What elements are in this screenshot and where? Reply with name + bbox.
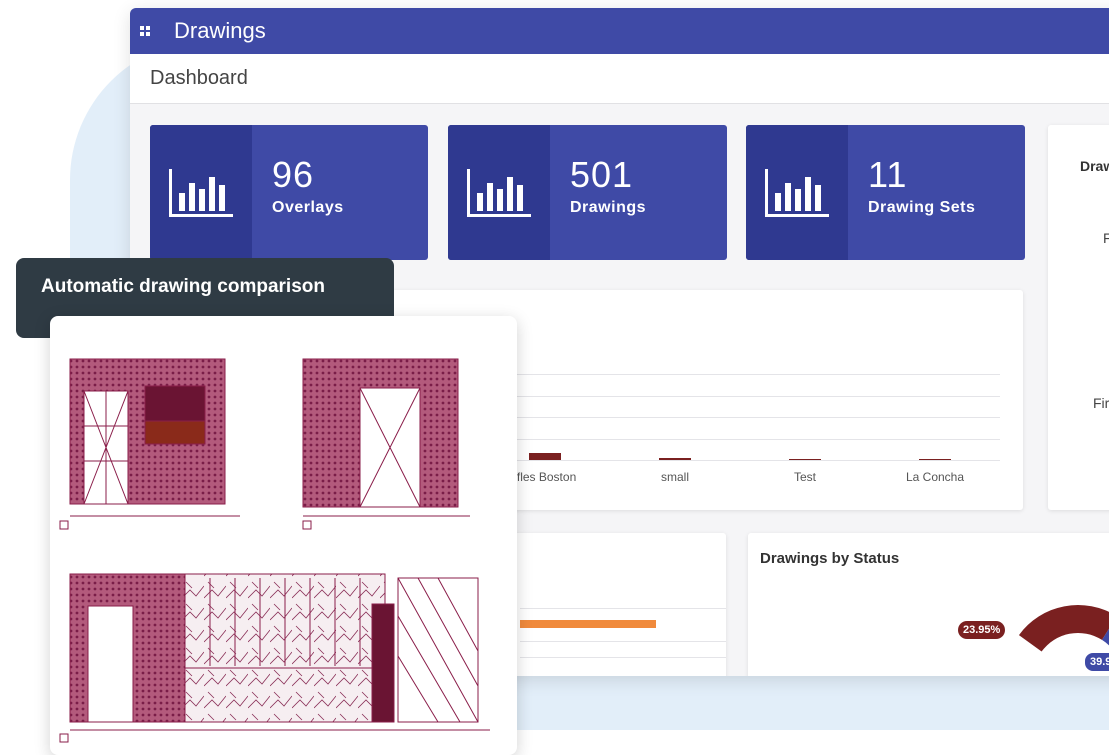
donut-slice[interactable]: [1018, 605, 1109, 652]
drawings-by-status-card: Drawings by Status 23.95% 39.9: [748, 533, 1109, 676]
gridline: [480, 395, 1000, 397]
app-grid-icon[interactable]: [140, 26, 150, 36]
stat-card-drawings[interactable]: 501 Drawings: [448, 125, 727, 260]
x-tick-label: La Concha: [905, 470, 965, 484]
stat-label: Drawing Sets: [868, 199, 976, 216]
donut-label: 23.95%: [958, 621, 1006, 639]
chart-bar[interactable]: [529, 453, 561, 460]
drawings-side-card: Draw F Fir: [1048, 125, 1109, 510]
chart-bar[interactable]: [659, 458, 691, 460]
screen: Drawings Dashboard 96 Overlays 501 Drawi…: [0, 0, 1109, 755]
architectural-drawing-icon: [50, 316, 517, 755]
gridline: [520, 608, 726, 609]
breadcrumb: Dashboard: [150, 67, 248, 89]
donut-label: 39.9: [1083, 651, 1109, 673]
stat-value: 501: [570, 154, 634, 195]
side-card-text: Fir: [1093, 395, 1109, 411]
stat-label: Drawings: [570, 199, 647, 216]
top-bar: Drawings: [130, 8, 1109, 54]
bar-chart-plot: ffles Boston small Test La Concha: [480, 374, 1000, 484]
side-card-title: Draw: [1080, 158, 1109, 174]
chart-bar[interactable]: [919, 459, 951, 460]
stat-value: 96: [272, 154, 315, 195]
side-card-text: F: [1103, 230, 1109, 246]
bar-chart-icon: [150, 125, 252, 260]
stat-card-overlays[interactable]: 96 Overlays: [150, 125, 428, 260]
bar-chart-icon: [448, 125, 550, 260]
status-donut-chart: [1018, 605, 1109, 676]
breadcrumb-bar: Dashboard: [130, 54, 1109, 104]
bar-chart-icon: [746, 125, 848, 260]
x-tick-label: ffles Boston: [513, 470, 577, 484]
gridline: [480, 374, 1000, 375]
progress-bar: [520, 620, 656, 628]
x-tick-label: small: [660, 470, 690, 484]
gridline: [520, 657, 726, 658]
gridline: [480, 460, 1000, 461]
gridline: [480, 417, 1000, 418]
stat-value: 11: [868, 154, 908, 195]
stat-label: Overlays: [272, 199, 344, 216]
app-title: Drawings: [174, 18, 266, 43]
stat-card-drawing-sets[interactable]: 11 Drawing Sets: [746, 125, 1025, 260]
gridline: [480, 438, 1000, 440]
gridline: [520, 641, 726, 642]
chart-bar[interactable]: [789, 459, 821, 460]
x-tick-label: Test: [793, 470, 817, 484]
